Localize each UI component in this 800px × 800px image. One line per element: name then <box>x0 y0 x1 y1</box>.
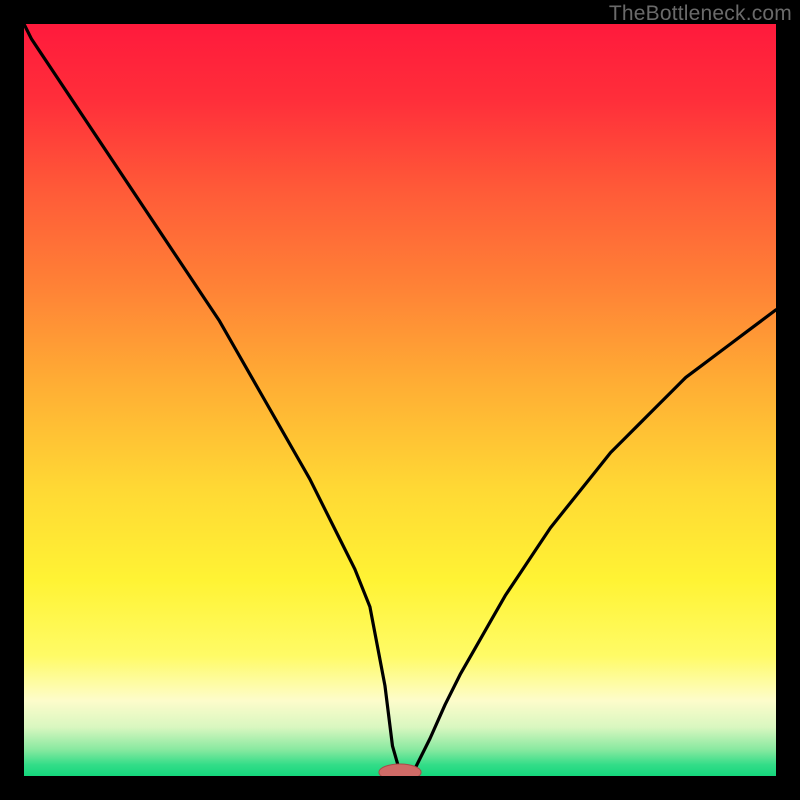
watermark-text: TheBottleneck.com <box>609 2 792 26</box>
chart-frame: TheBottleneck.com <box>0 0 800 800</box>
bottleneck-chart <box>24 24 776 776</box>
plot-area <box>24 24 776 776</box>
